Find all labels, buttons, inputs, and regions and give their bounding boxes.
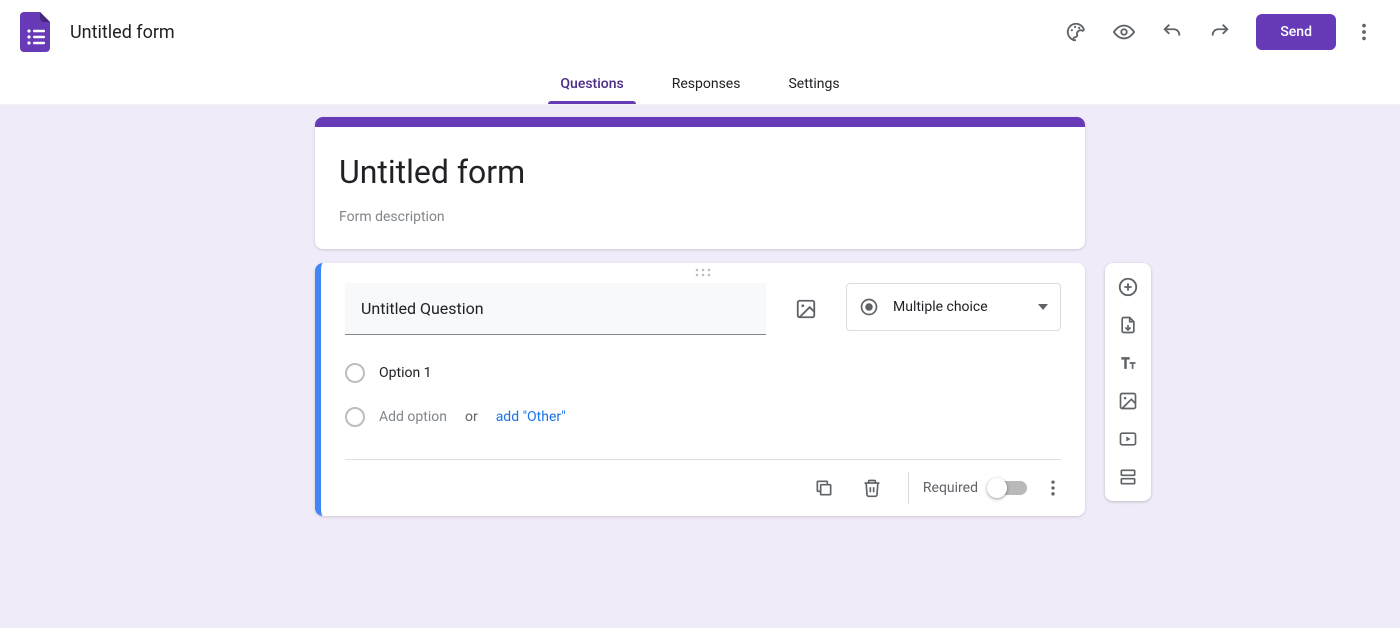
tab-responses[interactable]: Responses (660, 64, 753, 104)
import-questions-icon[interactable] (1110, 307, 1146, 343)
add-image-icon[interactable] (784, 287, 828, 331)
more-icon[interactable] (1344, 12, 1384, 52)
add-image-toolbar-icon[interactable] (1110, 383, 1146, 419)
main-tabs: Questions Responses Settings (0, 64, 1400, 105)
radio-outline-icon (345, 407, 365, 427)
redo-icon[interactable] (1200, 12, 1240, 52)
form-canvas: Untitled form Form description (0, 105, 1400, 628)
delete-icon[interactable] (850, 466, 894, 510)
question-footer: Required (321, 460, 1085, 516)
add-option-button[interactable]: Add option (379, 409, 447, 425)
tab-settings[interactable]: Settings (776, 64, 851, 104)
question-type-select[interactable]: Multiple choice (846, 283, 1061, 331)
app-header: Untitled form Send (0, 0, 1400, 64)
question-card[interactable]: Multiple choice Option 1 (315, 263, 1085, 516)
required-toggle[interactable] (990, 481, 1027, 495)
document-title[interactable]: Untitled form (64, 18, 181, 47)
radio-icon (859, 297, 879, 317)
drag-handle-icon[interactable] (321, 263, 1085, 279)
question-type-label: Multiple choice (893, 299, 1024, 315)
caret-down-icon (1038, 304, 1048, 310)
form-title[interactable]: Untitled form (339, 149, 1061, 195)
add-video-icon[interactable] (1110, 421, 1146, 457)
option-row[interactable]: Option 1 (345, 351, 1061, 395)
or-text: or (465, 409, 478, 425)
preview-icon[interactable] (1104, 12, 1144, 52)
add-question-icon[interactable] (1110, 269, 1146, 305)
question-more-icon[interactable] (1031, 466, 1075, 510)
undo-icon[interactable] (1152, 12, 1192, 52)
form-description[interactable]: Form description (339, 209, 1061, 225)
duplicate-icon[interactable] (802, 466, 846, 510)
add-section-icon[interactable] (1110, 459, 1146, 495)
radio-outline-icon (345, 363, 365, 383)
tab-questions[interactable]: Questions (548, 64, 635, 104)
add-other-button[interactable]: add "Other" (496, 409, 566, 425)
theme-icon[interactable] (1056, 12, 1096, 52)
question-title-input[interactable] (345, 283, 766, 335)
side-toolbar (1105, 263, 1151, 501)
header-actions: Send (1056, 12, 1384, 52)
required-label: Required (923, 480, 978, 496)
option-label[interactable]: Option 1 (379, 365, 432, 381)
send-button[interactable]: Send (1256, 14, 1336, 50)
add-title-icon[interactable] (1110, 345, 1146, 381)
forms-logo-icon[interactable] (16, 12, 56, 52)
form-header-card[interactable]: Untitled form Form description (315, 117, 1085, 249)
add-option-row: Add option or add "Other" (345, 395, 1061, 439)
